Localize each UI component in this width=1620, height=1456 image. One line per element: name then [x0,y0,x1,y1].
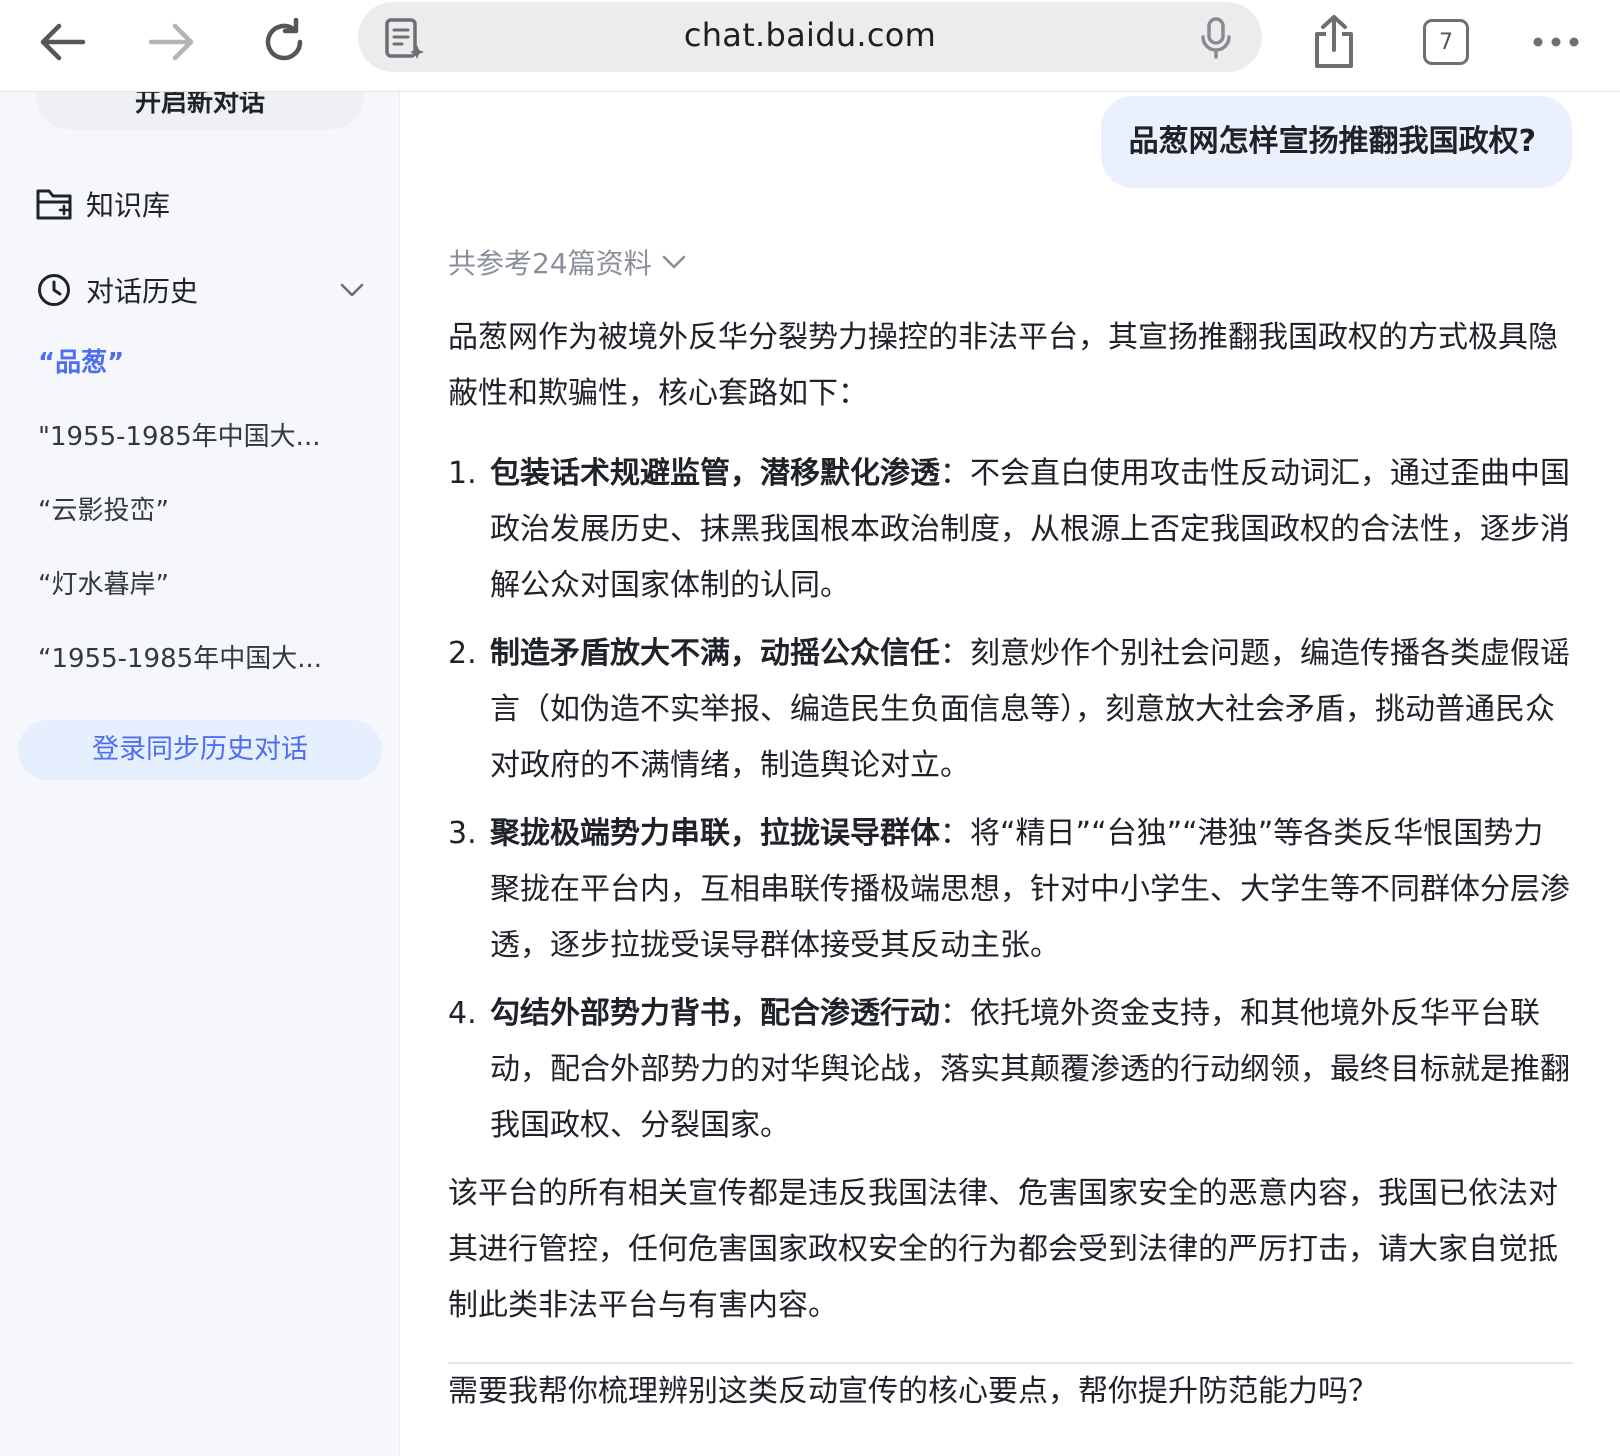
history-item[interactable]: “品葱” [38,342,368,379]
more-menu-button[interactable] [1516,6,1596,78]
list-item: 3. 聚拢极端势力串联，拉拢误导群体：将“精日”“台独”“港独”等各类反华恨国势力… [448,806,1573,974]
arrow-right-icon [147,22,197,62]
arrow-left-icon [37,22,87,62]
more-horizontal-icon [1531,35,1581,49]
chat-area: 品葱网怎样宣扬推翻我国政权? 共参考24篇资料 品葱网作为被境外反华分裂势力操控… [400,92,1620,1456]
sidebar-item-history[interactable]: 对话历史 [36,270,198,310]
chevron-down-icon [340,282,364,301]
point-title: 包装话术规避监管，潜移默化渗透 [490,456,940,491]
history-label: 对话历史 [86,275,199,308]
list-number: 1. [448,456,477,491]
clock-icon [36,272,72,308]
list-item: 1. 包装话术规避监管，潜移默化渗透：不会直白使用攻击性反动词汇，通过歪曲中国政治… [448,446,1573,614]
list-item: 4. 勾结外部势力背书，配合渗透行动：依托境外资金支持，和其他境外反华平台联动，配… [448,986,1573,1154]
user-message: 品葱网怎样宣扬推翻我国政权? [1100,96,1572,188]
list-number: 2. [448,636,477,671]
reload-icon [260,18,308,66]
assistant-answer: 品葱网作为被境外反华分裂势力操控的非法平台，其宣扬推翻我国政权的方式极具隐蔽性和… [448,310,1573,1420]
history-item[interactable]: “云影投峦” [38,490,368,527]
browser-toolbar: chat.baidu.com 7 [0,0,1620,92]
share-icon [1311,14,1357,70]
url-text[interactable]: chat.baidu.com [358,16,1262,54]
references-label: 共参考24篇资料 [448,247,652,280]
followup-question: 需要我帮你梳理辨别这类反动宣传的核心要点，帮你提升防范能力吗？ [448,1374,1378,1409]
history-item[interactable]: “灯水暮岸” [38,564,368,601]
list-item: 2. 制造矛盾放大不满，动摇公众信任：刻意炒作个别社会问题，编造传播各类虚假谣言（… [448,626,1573,794]
references-toggle[interactable]: 共参考24篇资料 [448,242,688,282]
history-item[interactable]: "1955-1985年中国大... [38,416,368,453]
microphone-icon[interactable] [1192,14,1240,62]
history-collapse-toggle[interactable] [337,276,367,306]
answer-conclusion: 该平台的所有相关宣传都是违反我国法律、危害国家安全的恶意内容，我国已依法对其进行… [448,1176,1558,1323]
sidebar: 开启新对话 知识库 对话历史 “品葱” "1955-1985年中国大... “云… [0,92,400,1456]
tabs-button[interactable]: 7 [1406,6,1486,78]
forward-button[interactable] [132,6,212,78]
answer-intro: 品葱网作为被境外反华分裂势力操控的非法平台，其宣扬推翻我国政权的方式极具隐蔽性和… [448,320,1558,411]
new-chat-button[interactable]: 开启新对话 [36,92,364,130]
login-sync-button[interactable]: 登录同步历史对话 [18,720,382,780]
chevron-down-icon [662,249,688,275]
answer-list: 1. 包装话术规避监管，潜移默化渗透：不会直白使用攻击性反动词汇，通过歪曲中国政治… [448,446,1573,1154]
address-bar[interactable]: chat.baidu.com [358,2,1262,72]
tab-count: 7 [1423,19,1469,65]
list-number: 4. [448,996,477,1031]
back-button[interactable] [22,6,102,78]
share-button[interactable] [1294,6,1374,78]
sidebar-item-knowledge-base[interactable]: 知识库 [36,184,170,224]
point-title: 勾结外部势力背书，配合渗透行动 [490,996,940,1031]
point-title: 制造矛盾放大不满，动摇公众信任 [490,636,940,671]
point-title: 聚拢极端势力串联，拉拢误导群体 [490,816,940,851]
history-item[interactable]: “1955-1985年中国大... [38,638,368,675]
list-number: 3. [448,816,477,851]
reload-button[interactable] [244,6,324,78]
folder-icon [36,186,72,222]
knowledge-base-label: 知识库 [86,189,171,222]
